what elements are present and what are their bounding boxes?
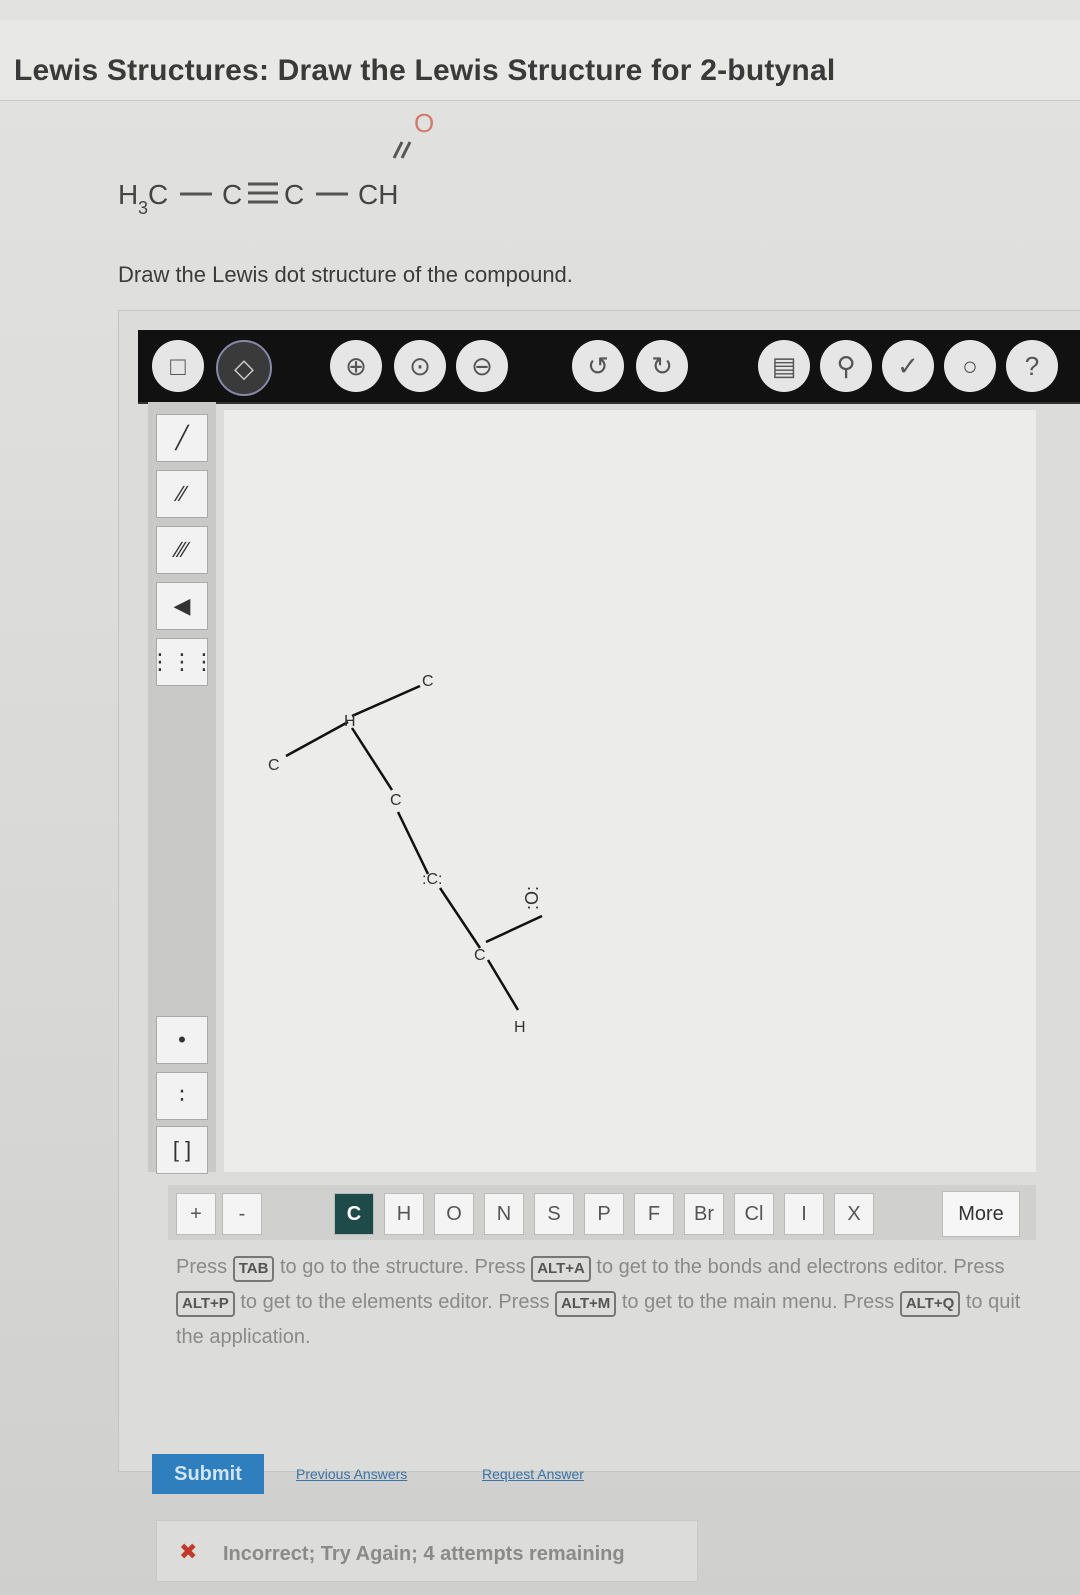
- condensed-formula: H 3 C C C CH O: [100, 100, 500, 230]
- element-p-button[interactable]: P: [584, 1193, 624, 1235]
- formula-c2: C: [222, 179, 242, 210]
- x-icon: ✖: [179, 1539, 198, 1564]
- eraser-icon[interactable]: ◇: [216, 340, 272, 396]
- submit-button[interactable]: Submit: [152, 1454, 264, 1494]
- atom-c5: C: [474, 947, 486, 964]
- undo-icon[interactable]: ↺: [572, 340, 624, 392]
- request-answer-link[interactable]: Request Answer: [482, 1466, 584, 1482]
- kbd-tab: TAB: [232, 1256, 275, 1282]
- atom-h2: H: [514, 1019, 526, 1036]
- bond-c1-h1: [285, 720, 349, 758]
- element-f-button[interactable]: F: [634, 1193, 674, 1235]
- atom-o1: :O:: [522, 886, 542, 910]
- atom-c3: C: [390, 792, 402, 809]
- help-text-5: to get to the main menu. Press: [621, 1291, 895, 1313]
- zoom-in-icon[interactable]: ⊕: [330, 340, 382, 392]
- kbd-alt-q: ALT+Q: [899, 1291, 961, 1317]
- formula-subscript: 3: [138, 198, 148, 218]
- kbd-alt-a: ALT+A: [531, 1256, 591, 1282]
- kbd-alt-m: ALT+M: [555, 1291, 617, 1317]
- select-icon[interactable]: □: [152, 340, 204, 392]
- help-text-4: to get to the elements editor. Press: [240, 1291, 550, 1313]
- feedback-message: Incorrect; Try Again; 4 attempts remaini…: [223, 1543, 625, 1565]
- element-h-button[interactable]: H: [384, 1193, 424, 1235]
- atom-h1: H: [344, 713, 356, 730]
- element-c-button[interactable]: C: [334, 1193, 374, 1235]
- previous-answers-link[interactable]: Previous Answers: [296, 1466, 407, 1482]
- element-o-button[interactable]: O: [434, 1193, 474, 1235]
- help-text-2: to go to the structure. Press: [279, 1256, 526, 1278]
- main-toolbar: □ ◇ ⊕ ⊙ ⊖ ↺ ↻ ▤ ⚲ ✓ ○ ?: [138, 330, 1080, 404]
- formula-oxygen: O: [414, 108, 434, 138]
- page-title: Lewis Structures: Draw the Lewis Structu…: [14, 54, 836, 87]
- cleanup-icon[interactable]: ○: [944, 340, 996, 392]
- bond-c5-h2: [486, 959, 520, 1011]
- atom-c4: :C:: [422, 871, 442, 888]
- charge-minus-button[interactable]: -: [222, 1193, 262, 1235]
- double-bond-icon[interactable]: ∕∕: [156, 470, 208, 518]
- wedge-bond-icon[interactable]: ◀: [156, 582, 208, 630]
- formula-h: H: [118, 179, 138, 210]
- template-icon[interactable]: ▤: [758, 340, 810, 392]
- bond-h1-c2: [351, 684, 421, 718]
- zoom-reset-icon[interactable]: ⊙: [394, 340, 446, 392]
- charge-plus-button[interactable]: +: [176, 1193, 216, 1235]
- formula-ch: CH: [358, 179, 398, 210]
- help-text-3: to get to the bonds and electrons editor…: [596, 1256, 1005, 1278]
- feedback-box: ✖ Incorrect; Try Again; 4 attempts remai…: [156, 1520, 698, 1582]
- bond-h1-c3: [350, 727, 394, 791]
- element-s-button[interactable]: S: [534, 1193, 574, 1235]
- bond-c4-c5: [438, 887, 482, 949]
- keyboard-help: Press TAB to go to the structure. Press …: [176, 1250, 1026, 1355]
- element-x-button[interactable]: X: [834, 1193, 874, 1235]
- element-br-button[interactable]: Br: [684, 1193, 724, 1235]
- drawing-canvas[interactable]: C H C C :C: C :O: H: [224, 410, 1036, 1172]
- elements-bar: + - C H O N S P F Br Cl I X More: [168, 1185, 1036, 1240]
- bond-c5-o1: [485, 914, 543, 944]
- bond-c3-c4: [396, 811, 430, 875]
- element-cl-button[interactable]: Cl: [734, 1193, 774, 1235]
- electron-pair-icon[interactable]: ∶: [156, 1072, 208, 1120]
- triple-bond-icon[interactable]: ∕∕∕: [156, 526, 208, 574]
- help-icon[interactable]: ?: [1006, 340, 1058, 392]
- element-n-button[interactable]: N: [484, 1193, 524, 1235]
- zoom-out-icon[interactable]: ⊖: [456, 340, 508, 392]
- atom-c2: C: [422, 673, 434, 690]
- element-i-button[interactable]: I: [784, 1193, 824, 1235]
- help-text-1: Press: [176, 1256, 228, 1278]
- lone-electron-icon[interactable]: •: [156, 1016, 208, 1064]
- check-icon[interactable]: ✓: [882, 340, 934, 392]
- kbd-alt-p: ALT+P: [176, 1291, 235, 1317]
- bracket-icon[interactable]: [ ]: [156, 1126, 208, 1174]
- atom-c1: C: [268, 757, 280, 774]
- instruction-text: Draw the Lewis dot structure of the comp…: [118, 262, 573, 287]
- bond-tools-sidebar: ╱ ∕∕ ∕∕∕ ◀ ⋮⋮⋮ • ∶ [ ]: [148, 402, 216, 1174]
- redo-icon[interactable]: ↻: [636, 340, 688, 392]
- formula-c1: C: [148, 179, 168, 210]
- formula-double-b: [400, 141, 412, 159]
- header-bar: Lewis Structures: Draw the Lewis Structu…: [0, 20, 1080, 101]
- page: Lewis Structures: Draw the Lewis Structu…: [0, 0, 1080, 1595]
- formula-diagram: H 3 C C C CH O: [118, 108, 434, 218]
- hint-icon[interactable]: ⚲: [820, 340, 872, 392]
- single-bond-icon[interactable]: ╱: [156, 414, 208, 462]
- hash-bond-icon[interactable]: ⋮⋮⋮: [149, 638, 215, 686]
- molecule-drawing: C H C C :C: C :O: H: [268, 673, 543, 1036]
- formula-c3: C: [284, 179, 304, 210]
- more-elements-button[interactable]: More: [942, 1191, 1020, 1237]
- formula-double-a: [392, 141, 404, 159]
